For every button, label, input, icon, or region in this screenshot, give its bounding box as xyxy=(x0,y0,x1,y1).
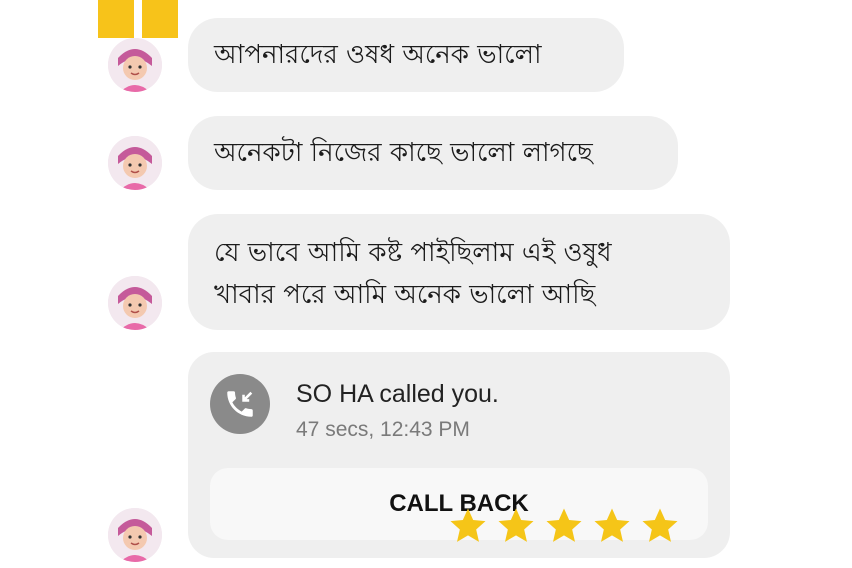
star-icon xyxy=(642,508,678,542)
message-bubble: যে ভাবে আমি কষ্ট পাইছিলাম এই ওষুধ খাবার … xyxy=(188,214,730,330)
rating-stars xyxy=(448,506,688,552)
call-title: SO HA called you. xyxy=(296,380,499,408)
star-icon xyxy=(546,508,582,542)
message-text: অনেকটা নিজের কাছে ভালো লাগছে xyxy=(214,138,593,168)
star-icon xyxy=(498,508,534,542)
call-meta: 47 secs, 12:43 PM xyxy=(296,418,470,441)
message-bubble: অনেকটা নিজের কাছে ভালো লাগছে xyxy=(188,116,678,190)
message-text: আপনারদের ওষধ অনেক ভালো xyxy=(214,40,542,70)
avatar[interactable] xyxy=(108,136,162,190)
message-text-line1: যে ভাবে আমি কষ্ট পাইছিলাম এই ওষুধ xyxy=(214,238,612,268)
message-text-line2: খাবার পরে আমি অনেক ভালো আছি xyxy=(214,280,596,310)
quote-mark-decoration xyxy=(98,0,178,38)
message-bubble: আপনারদের ওষধ অনেক ভালো xyxy=(188,18,624,92)
avatar[interactable] xyxy=(108,508,162,562)
star-icon xyxy=(450,508,486,542)
avatar[interactable] xyxy=(108,276,162,330)
incoming-call-icon xyxy=(210,374,270,434)
avatar[interactable] xyxy=(108,38,162,92)
star-icon xyxy=(594,508,630,542)
